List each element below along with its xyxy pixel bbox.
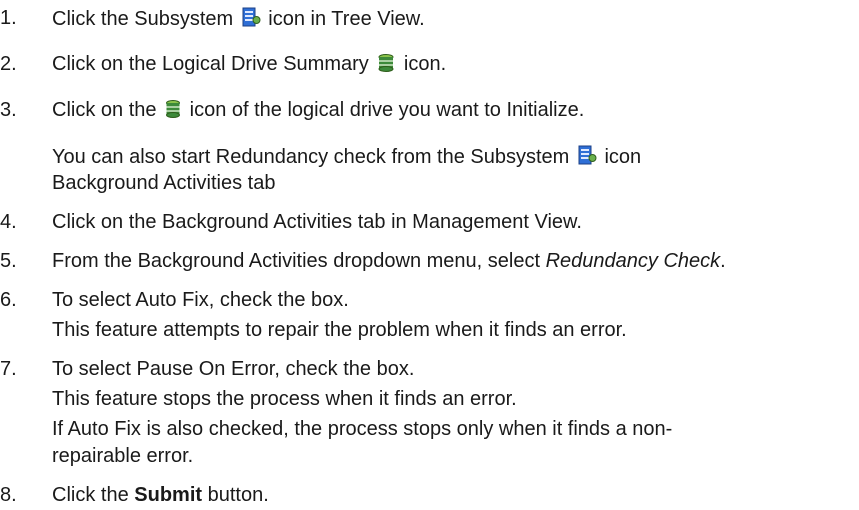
step-text: To select Pause On Error, check the box.: [52, 358, 415, 380]
subsystem-icon: [241, 6, 261, 34]
step-text: Click on the Background Activities tab i…: [52, 211, 582, 233]
step-text: Click the Subsystem icon in Tree View.: [52, 6, 425, 34]
step-number: 4.: [0, 211, 17, 233]
subsystem-icon: [577, 144, 597, 172]
submit-label: Submit: [134, 484, 203, 506]
redundancy-check-option: Redundancy Check: [545, 250, 721, 272]
logical-drive-icon: [164, 99, 182, 125]
logical-drive-summary-icon: [376, 53, 396, 79]
step-number: 5.: [0, 250, 17, 272]
step-text: Click on the Logical Drive Summary icon.: [52, 52, 446, 79]
step-number: 2.: [0, 53, 17, 75]
document-page: 1. Click the Subsystem icon in Tree View…: [0, 6, 726, 506]
step-text: Click on the icon of the logical drive y…: [52, 98, 584, 125]
step-number: 6.: [0, 289, 17, 311]
step-number: 8.: [0, 484, 17, 506]
step-text: To select Auto Fix, check the box.: [52, 289, 349, 311]
step-number: 1.: [0, 7, 17, 29]
step-number: 3.: [0, 99, 17, 121]
step-text: Click the Submit button.: [52, 484, 269, 506]
step-number: 7.: [0, 358, 17, 380]
step-text: From the Background Activities dropdown …: [52, 250, 726, 272]
